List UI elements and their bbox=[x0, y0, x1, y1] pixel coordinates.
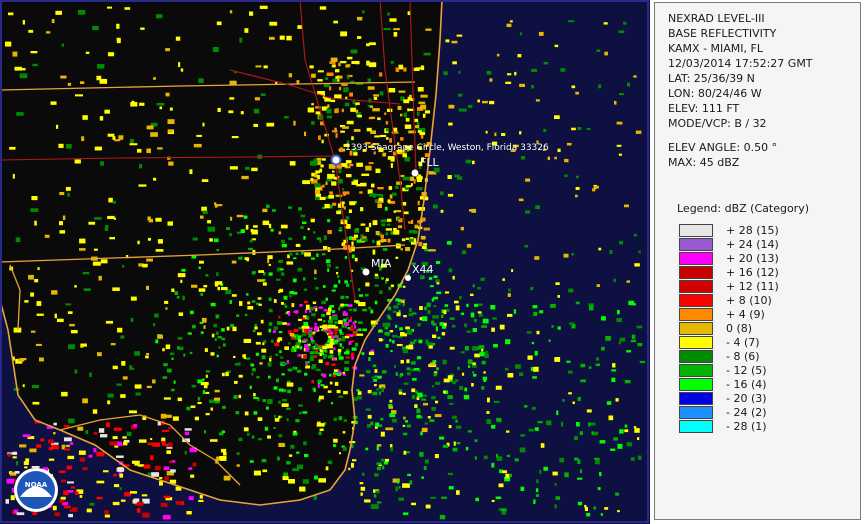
station-longitude: LON: 80/24/46 W bbox=[668, 87, 762, 100]
legend-swatch bbox=[679, 252, 713, 265]
legend-swatch bbox=[679, 392, 713, 405]
station-latitude: LAT: 25/36/39 N bbox=[668, 72, 755, 85]
legend-swatch bbox=[679, 322, 713, 335]
legend-swatch bbox=[679, 378, 713, 391]
legend-title: Legend: dBZ (Category) bbox=[677, 202, 809, 215]
radar-station: KAMX - MIAMI, FL bbox=[668, 42, 763, 55]
home-location-label: 1393 Seagrape Circle, Weston, Florida 33… bbox=[345, 143, 549, 153]
legend-swatch bbox=[679, 406, 713, 419]
fll-airport-label: FLL bbox=[420, 156, 439, 169]
home-location-marker[interactable] bbox=[330, 154, 342, 166]
product-name: NEXRAD LEVEL-III bbox=[668, 12, 765, 25]
legend-swatch bbox=[679, 350, 713, 363]
x44-airport-label: X44 bbox=[412, 263, 434, 276]
legend-swatch bbox=[679, 224, 713, 237]
legend-swatch bbox=[679, 238, 713, 251]
legend-swatch bbox=[679, 308, 713, 321]
legend-label: + 20 (13) bbox=[726, 252, 779, 265]
legend-label: 0 (8) bbox=[726, 322, 753, 335]
legend-swatch bbox=[679, 364, 713, 377]
scan-timestamp: 12/03/2014 17:52:27 GMT bbox=[668, 57, 813, 70]
info-panel: NEXRAD LEVEL-III BASE REFLECTIVITY KAMX … bbox=[654, 2, 861, 520]
station-elevation: ELEV: 111 FT bbox=[668, 102, 740, 115]
product-type: BASE REFLECTIVITY bbox=[668, 27, 777, 40]
elevation-angle: ELEV ANGLE: 0.50 ° bbox=[668, 141, 778, 154]
mode-vcp: MODE/VCP: B / 32 bbox=[668, 117, 767, 130]
legend-swatch bbox=[679, 280, 713, 293]
x44-airport-marker[interactable] bbox=[405, 275, 411, 281]
noaa-logo-text: NOAA bbox=[25, 481, 48, 489]
legend-label: - 4 (7) bbox=[726, 336, 760, 349]
legend-label: - 24 (2) bbox=[726, 406, 767, 419]
radar-site-marker bbox=[314, 331, 328, 345]
legend-label: - 28 (1) bbox=[726, 420, 767, 433]
fll-airport-marker[interactable] bbox=[411, 169, 419, 177]
legend-label: - 20 (3) bbox=[726, 392, 767, 405]
legend-label: + 16 (12) bbox=[726, 266, 779, 279]
legend-label: + 24 (14) bbox=[726, 238, 779, 251]
legend-swatch bbox=[679, 266, 713, 279]
legend-label: + 12 (11) bbox=[726, 280, 779, 293]
mia-airport-label: MIA bbox=[371, 257, 392, 270]
max-reflectivity: MAX: 45 dBZ bbox=[668, 156, 740, 169]
mia-airport-marker[interactable] bbox=[362, 268, 370, 276]
legend-label: + 28 (15) bbox=[726, 224, 779, 237]
legend-label: + 8 (10) bbox=[726, 294, 772, 307]
legend-swatch bbox=[679, 294, 713, 307]
radar-map: 1393 Seagrape Circle, Weston, Florida 33… bbox=[0, 0, 650, 524]
legend-swatch bbox=[679, 420, 713, 433]
legend-label: - 8 (6) bbox=[726, 350, 760, 363]
legend-label: - 16 (4) bbox=[726, 378, 767, 391]
noaa-logo: NOAA bbox=[14, 468, 58, 512]
legend-label: + 4 (9) bbox=[726, 308, 765, 321]
legend-label: - 12 (5) bbox=[726, 364, 767, 377]
legend-swatch bbox=[679, 336, 713, 349]
